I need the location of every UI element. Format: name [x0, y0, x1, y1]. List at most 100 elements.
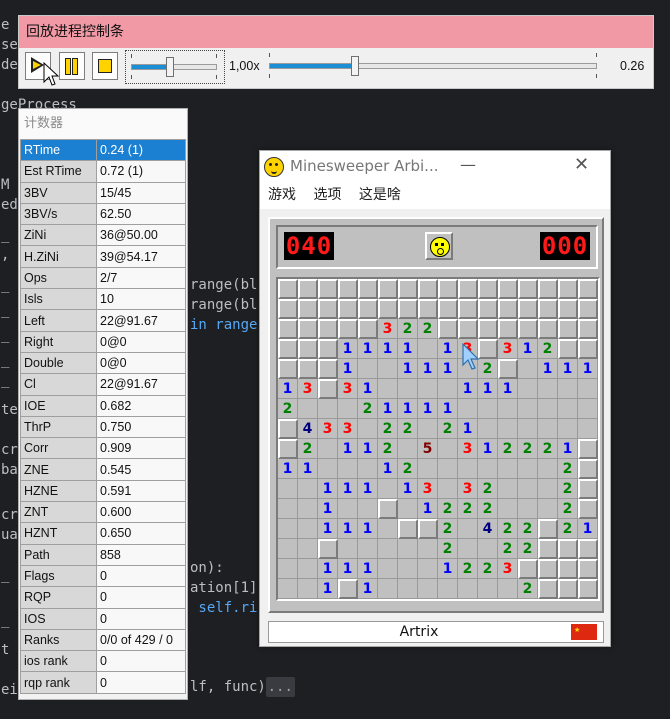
closed-cell[interactable]	[298, 279, 318, 299]
number-cell[interactable]: 3	[418, 479, 438, 499]
empty-cell[interactable]	[418, 579, 438, 599]
number-cell[interactable]: 1	[478, 439, 498, 459]
minesweeper-titlebar[interactable]: Minesweeper Arbi... — ✕	[260, 151, 610, 183]
counter-row[interactable]: ios rank 0	[20, 650, 186, 673]
empty-cell[interactable]	[338, 539, 358, 559]
closed-cell[interactable]	[558, 579, 578, 599]
empty-cell[interactable]	[378, 359, 398, 379]
number-cell[interactable]: 1	[418, 359, 438, 379]
empty-cell[interactable]	[298, 479, 318, 499]
number-cell[interactable]: 3	[298, 379, 318, 399]
empty-cell[interactable]	[578, 419, 598, 439]
empty-cell[interactable]	[558, 399, 578, 419]
closed-cell[interactable]	[438, 279, 458, 299]
empty-cell[interactable]	[418, 379, 438, 399]
number-cell[interactable]: 1	[398, 359, 418, 379]
number-cell[interactable]: 1	[498, 379, 518, 399]
counter-row[interactable]: IOE 0.682	[20, 394, 186, 417]
closed-cell[interactable]	[438, 299, 458, 319]
empty-cell[interactable]	[418, 559, 438, 579]
number-cell[interactable]: 1	[418, 399, 438, 419]
number-cell[interactable]: 1	[558, 439, 578, 459]
closed-cell[interactable]	[278, 279, 298, 299]
number-cell[interactable]: 1	[578, 519, 598, 539]
number-cell[interactable]: 3	[498, 339, 518, 359]
number-cell[interactable]: 2	[398, 319, 418, 339]
closed-cell[interactable]	[358, 319, 378, 339]
closed-cell[interactable]	[398, 299, 418, 319]
empty-cell[interactable]	[478, 459, 498, 479]
closed-cell[interactable]	[378, 299, 398, 319]
empty-cell[interactable]	[518, 379, 538, 399]
number-cell[interactable]: 2	[558, 479, 578, 499]
empty-cell[interactable]	[478, 419, 498, 439]
closed-cell[interactable]	[518, 559, 538, 579]
number-cell[interactable]: 1	[338, 519, 358, 539]
closed-cell[interactable]	[338, 299, 358, 319]
empty-cell[interactable]	[418, 459, 438, 479]
empty-cell[interactable]	[338, 499, 358, 519]
closed-cell[interactable]	[578, 559, 598, 579]
number-cell[interactable]: 2	[478, 499, 498, 519]
number-cell[interactable]: 3	[458, 439, 478, 459]
number-cell[interactable]: 1	[338, 439, 358, 459]
counter-row[interactable]: Left 22@91.67	[20, 309, 186, 332]
closed-cell[interactable]	[578, 579, 598, 599]
closed-cell[interactable]	[278, 439, 298, 459]
counter-row[interactable]: HZNE 0.591	[20, 479, 186, 503]
closed-cell[interactable]	[478, 299, 498, 319]
number-cell[interactable]: 1	[398, 399, 418, 419]
number-cell[interactable]: 1	[478, 379, 498, 399]
empty-cell[interactable]	[438, 479, 458, 499]
closed-cell[interactable]	[458, 279, 478, 299]
counter-row[interactable]: Corr 0.909	[20, 437, 186, 460]
empty-cell[interactable]	[538, 419, 558, 439]
number-cell[interactable]: 1	[338, 339, 358, 359]
empty-cell[interactable]	[498, 399, 518, 419]
number-cell[interactable]: 3	[318, 419, 338, 439]
empty-cell[interactable]	[458, 579, 478, 599]
empty-cell[interactable]	[418, 339, 438, 359]
counter-row[interactable]: ZNT 0.600	[20, 501, 186, 524]
number-cell[interactable]: 2	[498, 439, 518, 459]
closed-cell[interactable]	[398, 279, 418, 299]
closed-cell[interactable]	[558, 339, 578, 359]
closed-cell[interactable]	[578, 439, 598, 459]
number-cell[interactable]: 3	[338, 379, 358, 399]
empty-cell[interactable]	[438, 379, 458, 399]
empty-cell[interactable]	[378, 379, 398, 399]
empty-cell[interactable]	[458, 539, 478, 559]
mine-grid[interactable]: 3221111133121111211113311112211114332221…	[276, 277, 600, 601]
number-cell[interactable]: 2	[438, 419, 458, 439]
number-cell[interactable]: 1	[338, 559, 358, 579]
number-cell[interactable]: 1	[438, 399, 458, 419]
empty-cell[interactable]	[538, 399, 558, 419]
counter-row[interactable]: ZiNi 36@50.00	[20, 224, 186, 247]
closed-cell[interactable]	[338, 579, 358, 599]
closed-cell[interactable]	[418, 299, 438, 319]
empty-cell[interactable]	[278, 559, 298, 579]
number-cell[interactable]: 2	[538, 339, 558, 359]
closed-cell[interactable]	[478, 319, 498, 339]
counter-row[interactable]: 3BV/s 62.50	[20, 202, 186, 226]
closed-cell[interactable]	[298, 359, 318, 379]
number-cell[interactable]: 1	[358, 519, 378, 539]
empty-cell[interactable]	[478, 539, 498, 559]
empty-cell[interactable]	[418, 419, 438, 439]
empty-cell[interactable]	[518, 459, 538, 479]
closed-cell[interactable]	[338, 279, 358, 299]
number-cell[interactable]: 1	[338, 479, 358, 499]
number-cell[interactable]: 1	[338, 359, 358, 379]
empty-cell[interactable]	[298, 499, 318, 519]
empty-cell[interactable]	[538, 379, 558, 399]
closed-cell[interactable]	[478, 279, 498, 299]
counter-row[interactable]: Est RTime 0.72 (1)	[20, 160, 186, 183]
closed-cell[interactable]	[378, 279, 398, 299]
closed-cell[interactable]	[538, 279, 558, 299]
speed-slider-thumb[interactable]	[165, 57, 174, 77]
closed-cell[interactable]	[558, 539, 578, 559]
number-cell[interactable]: 1	[458, 419, 478, 439]
counter-row[interactable]: H.ZiNi 39@54.17	[20, 245, 186, 268]
counter-row[interactable]: Cl 22@91.67	[20, 373, 186, 396]
counter-row[interactable]: rqp rank 0	[20, 671, 186, 694]
